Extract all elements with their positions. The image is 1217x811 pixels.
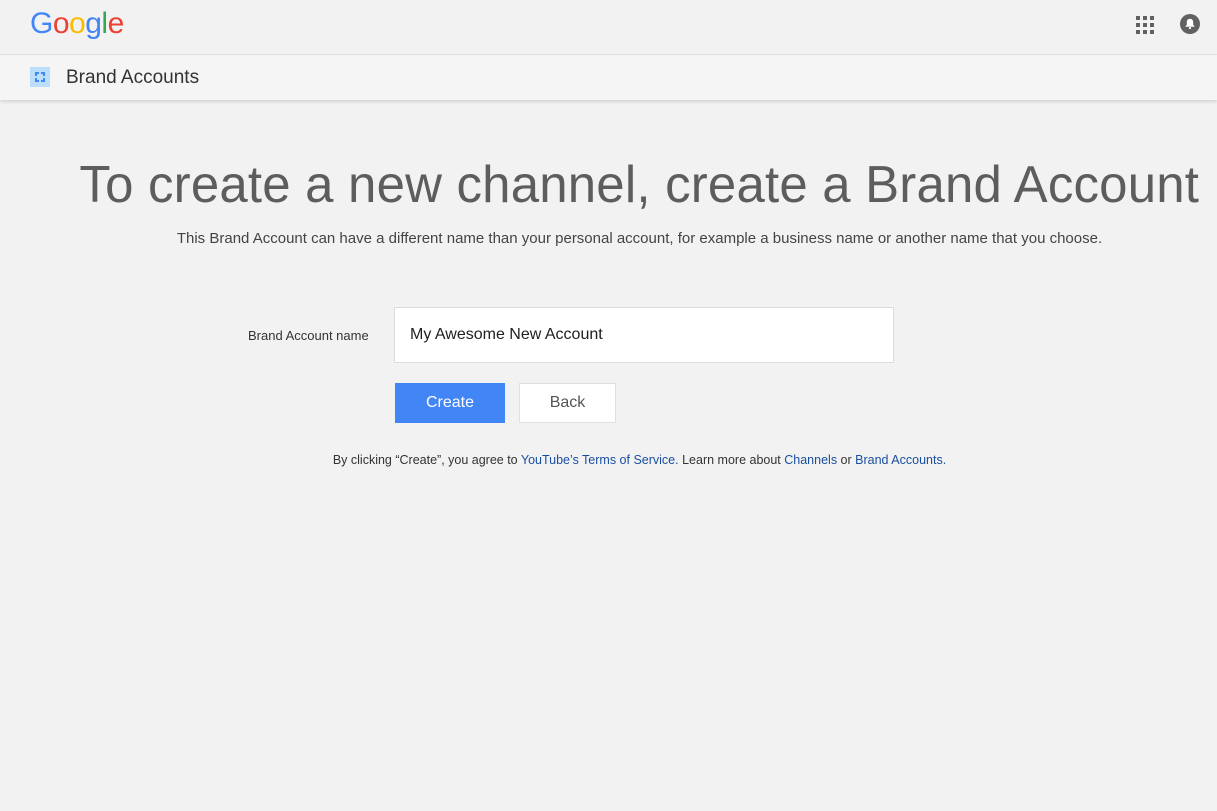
back-button[interactable]: Back	[519, 383, 616, 423]
terms-of-service-link[interactable]: YouTube’s Terms of Service.	[521, 453, 679, 467]
logo-letter: o	[52, 7, 70, 40]
apps-grid-icon[interactable]	[1136, 16, 1154, 34]
brand-accounts-icon	[30, 67, 50, 87]
channels-link[interactable]: Channels	[784, 453, 837, 467]
logo-letter: o	[69, 7, 86, 40]
page: Google Brand Accounts To create a new ch…	[0, 0, 1217, 811]
create-button[interactable]: Create	[395, 383, 505, 423]
legal-prefix: By clicking “Create”, you agree to	[332, 453, 521, 467]
logo-letter: G	[30, 7, 53, 40]
top-header: Google	[0, 0, 1217, 55]
logo-letter: g	[85, 7, 102, 40]
page-subtitle: This Brand Account can have a different …	[176, 230, 1103, 247]
section-title: Brand Accounts	[66, 67, 200, 88]
legal-or: or	[837, 453, 856, 467]
brand-account-name-input[interactable]	[394, 307, 894, 363]
page-title-text: To create a new channel, create a Brand …	[79, 156, 1200, 214]
notifications-bell-icon[interactable]	[1180, 14, 1200, 34]
legal-notice: By clicking “Create”, you agree to YouTu…	[0, 451, 1217, 469]
page-title: To create a new channel, create a Brand …	[0, 155, 1217, 216]
logo-letter: e	[107, 7, 125, 40]
brand-accounts-link[interactable]: Brand Accounts.	[855, 453, 946, 467]
legal-middle: Learn more about	[678, 453, 785, 467]
brand-accounts-bar: Brand Accounts	[0, 55, 1217, 100]
brand-account-name-label: Brand Account name	[248, 328, 369, 343]
google-logo[interactable]: Google	[30, 7, 124, 41]
